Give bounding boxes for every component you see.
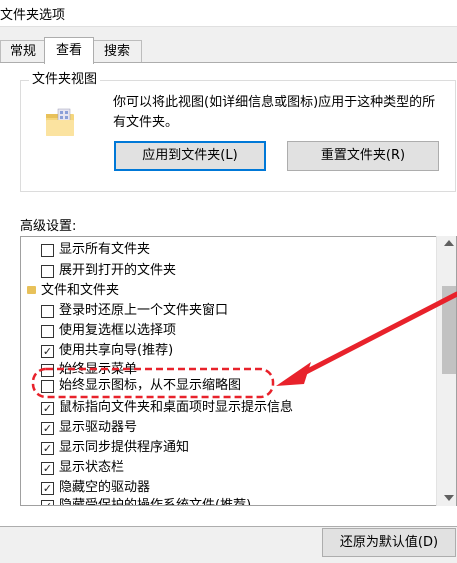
folder-view-icon (46, 108, 74, 136)
folder-group-label: 文件和文件夹 (41, 283, 120, 298)
advanced-settings-list[interactable]: 显示所有文件夹 展开到打开的文件夹 文件和文件夹 登录时还原上一个文件夹窗口 使… (20, 236, 457, 506)
checkbox-checked-icon[interactable]: ✓ (41, 422, 54, 435)
vertical-scrollbar[interactable] (436, 236, 456, 506)
checkbox-checked-icon[interactable]: ✓ (41, 442, 54, 455)
list-item-label: 展开到打开的文件夹 (59, 263, 177, 278)
checkbox-icon[interactable] (41, 244, 54, 257)
tab-view[interactable]: 查看 (44, 37, 94, 64)
scroll-down-icon[interactable] (444, 495, 454, 501)
title-bar: 文件夹选项 (0, 0, 457, 27)
advanced-settings-label: 高级设置: (20, 219, 77, 234)
folder-icon (27, 286, 36, 294)
checkbox-checked-icon[interactable]: ✓ (41, 500, 54, 505)
reset-folders-button[interactable]: 重置文件夹(R) (287, 141, 439, 171)
checkbox-checked-icon[interactable]: ✓ (41, 482, 54, 495)
window-title: 文件夹选项 (0, 8, 66, 23)
tab-search[interactable]: 搜索 (92, 40, 142, 63)
list-item-label: 鼠标指向文件夹和桌面项时显示提示信息 (59, 400, 294, 415)
tab-general[interactable]: 常规 (0, 40, 46, 63)
list-item-label: 显示所有文件夹 (59, 242, 151, 257)
folder-views-legend: 文件夹视图 (29, 72, 101, 88)
checkbox-icon[interactable] (41, 325, 54, 338)
list-item-label: 始终显示图标，从不显示缩略图 (59, 378, 242, 393)
checkbox-checked-icon[interactable]: ✓ (41, 402, 54, 415)
checkbox-icon[interactable] (41, 380, 54, 393)
list-item-label: 登录时还原上一个文件夹窗口 (59, 303, 229, 318)
checkbox-checked-icon[interactable]: ✓ (41, 462, 54, 475)
list-item-label: 使用共享向导(推荐) (59, 343, 174, 358)
checkbox-icon[interactable] (41, 265, 54, 278)
checkbox-icon[interactable] (41, 364, 54, 377)
checkbox-icon[interactable] (41, 305, 54, 318)
scrollbar-thumb[interactable] (442, 286, 456, 374)
list-item-label: 显示状态栏 (59, 460, 125, 475)
apply-to-folders-button[interactable]: 应用到文件夹(L) (114, 141, 266, 171)
list-item-label: 使用复选框以选择项 (59, 323, 177, 338)
list-item-label: 显示驱动器号 (59, 420, 138, 435)
tab-strip: 常规 查看 搜索 (0, 37, 457, 64)
list-item-label: 隐藏受保护的操作系统文件(推荐) (59, 498, 252, 506)
restore-defaults-button[interactable]: 还原为默认值(D) (322, 528, 456, 557)
list-item-label: 显示同步提供程序通知 (59, 440, 190, 455)
folder-views-description: 你可以将此视图(如详细信息或图标)应用于这种类型的所有文件夹。 (113, 95, 436, 130)
checkbox-checked-icon[interactable]: ✓ (41, 345, 54, 358)
list-item-label: 隐藏空的驱动器 (59, 480, 151, 495)
scroll-up-icon[interactable] (444, 240, 454, 246)
